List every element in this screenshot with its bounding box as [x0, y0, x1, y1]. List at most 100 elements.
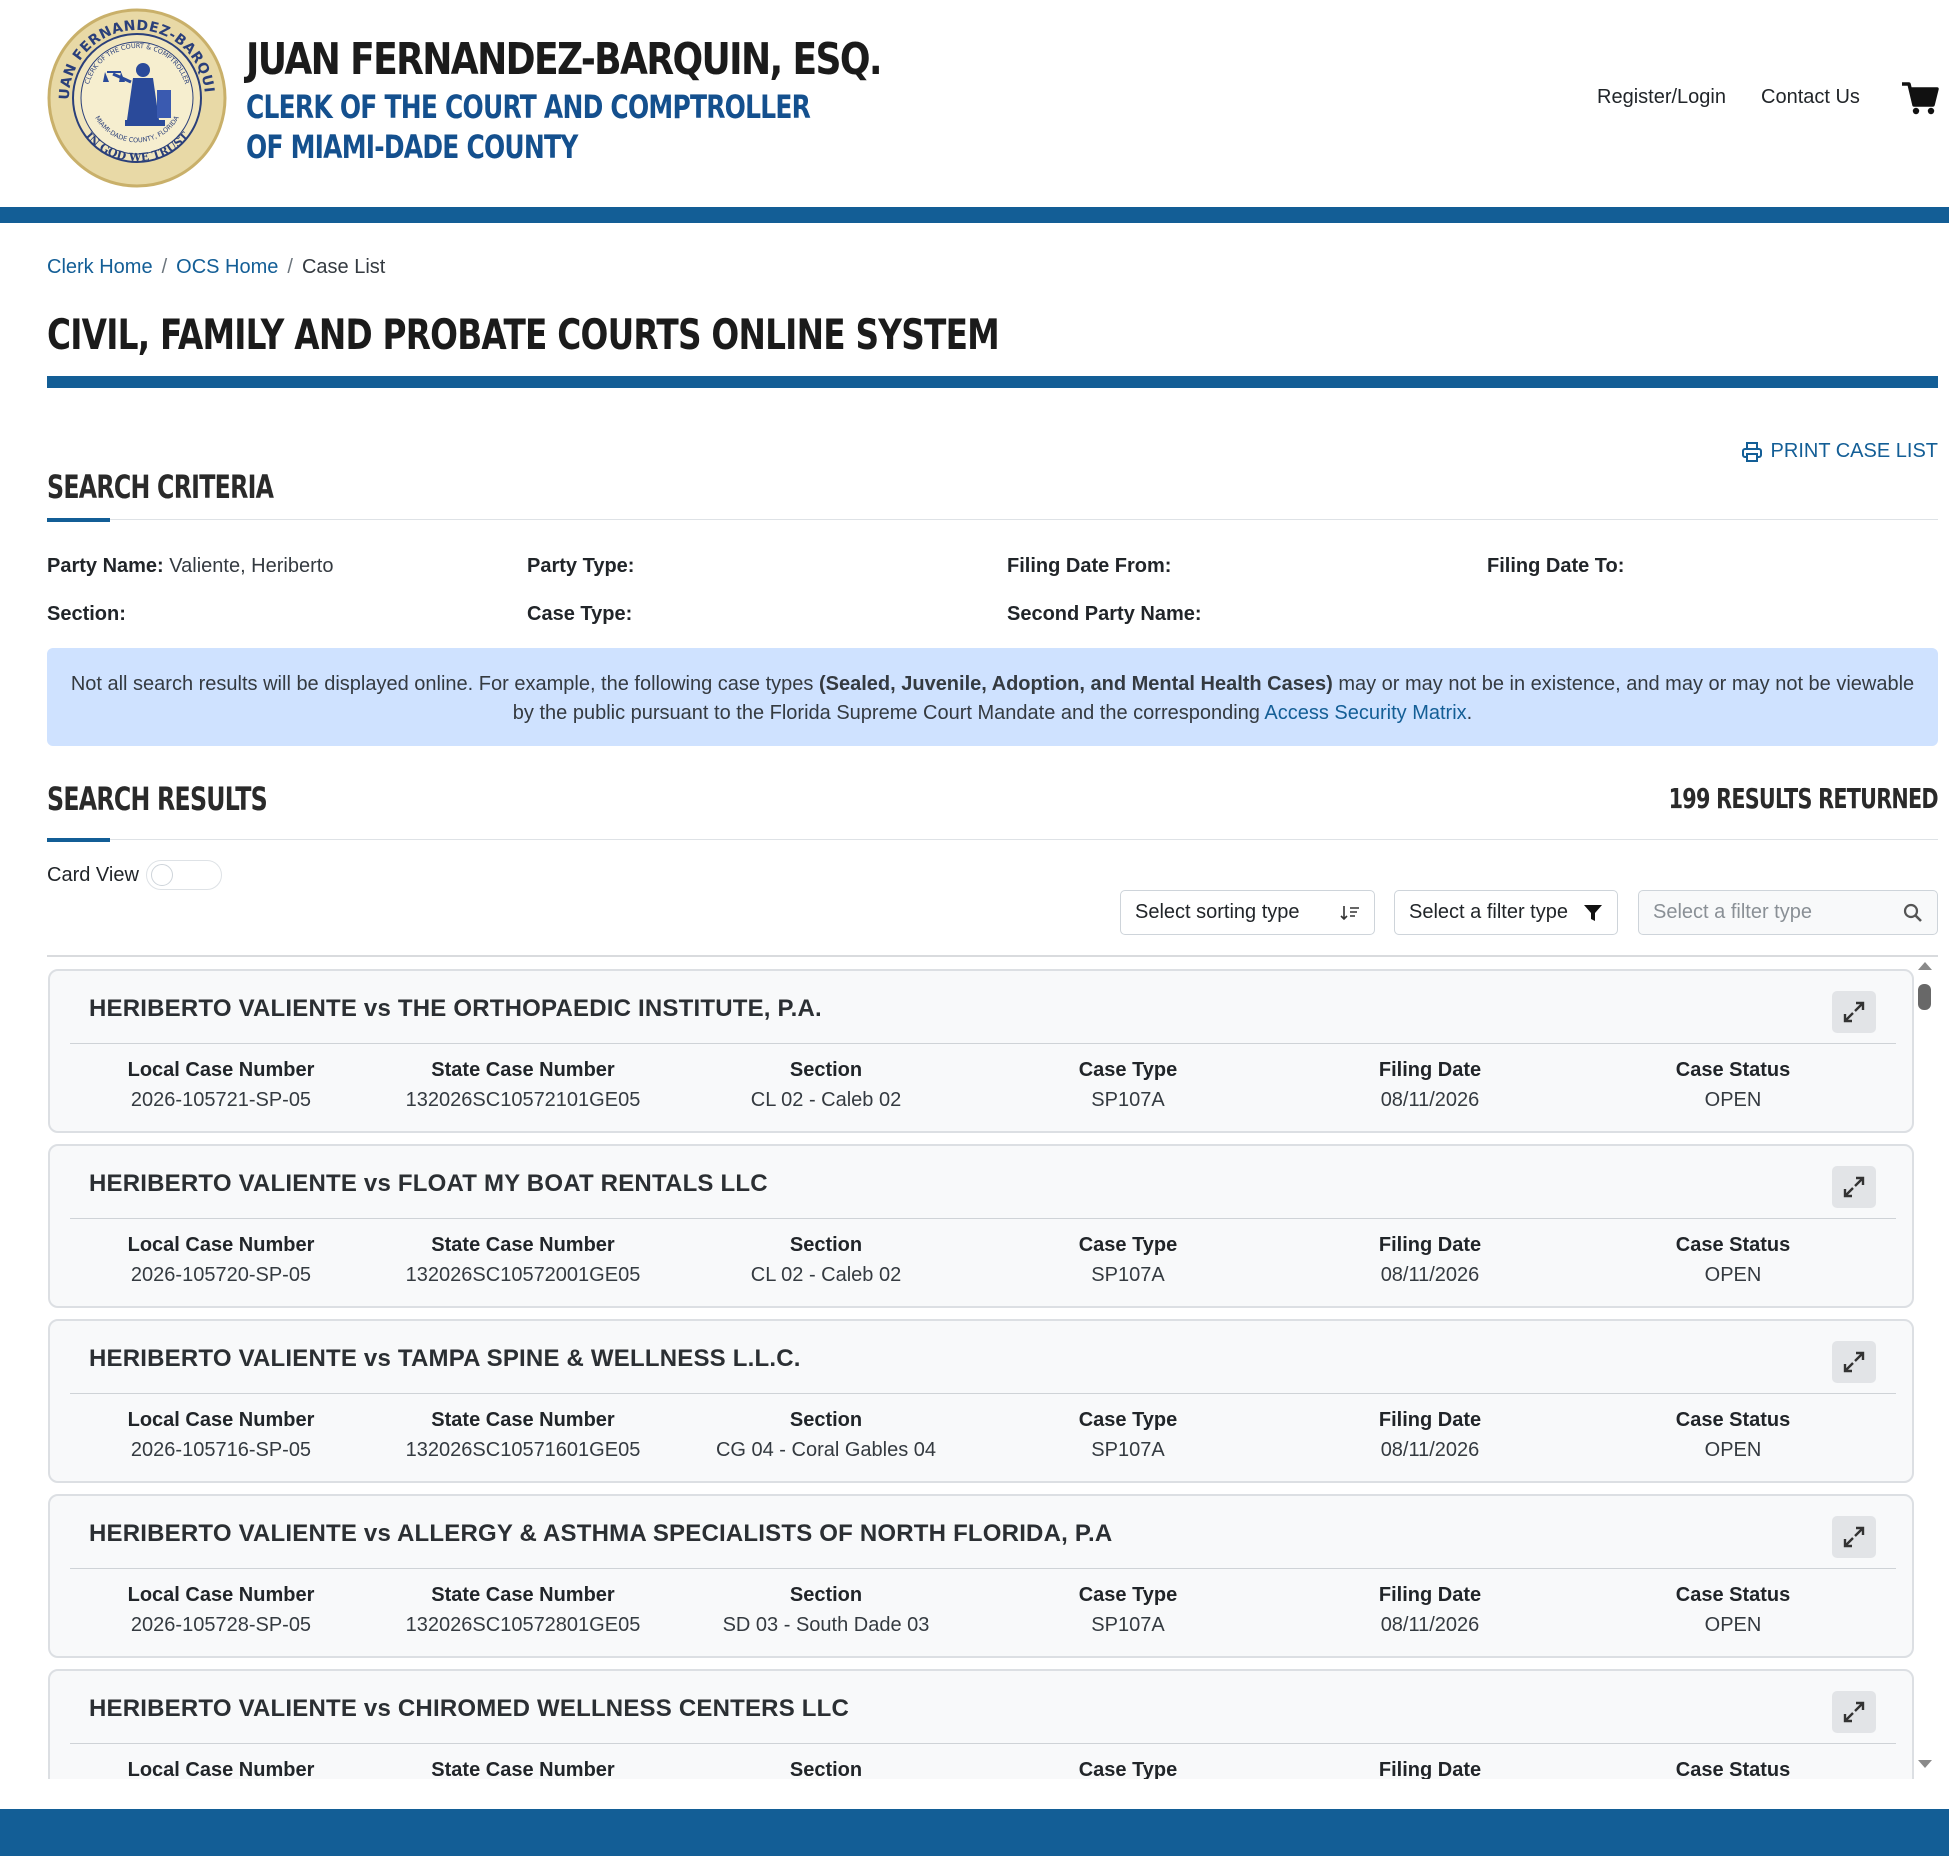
col-state-case-number: State Case Number 132026SC10572001GE05: [372, 1234, 674, 1287]
filing-date: 08/11/2026: [1380, 1614, 1480, 1636]
col-filing-date: Filing Date 08/11/2026: [1279, 1409, 1581, 1462]
col-section: Section CL 02 - Caleb 02: [675, 1059, 977, 1112]
search-icon[interactable]: [1903, 903, 1923, 923]
print-case-list-button[interactable]: PRINT CASE LIST: [1741, 440, 1938, 463]
expand-icon: [1843, 1001, 1865, 1023]
col-case-type: Case Type SP107A: [977, 1409, 1279, 1462]
criteria-party-name: Party Name: Valiente, Heriberto: [47, 555, 334, 577]
scrollbar-thumb[interactable]: [1918, 984, 1931, 1010]
results-count: 199 RESULTS RETURNED: [1668, 782, 1939, 815]
state-case-number: 132026SC10572001GE05: [405, 1264, 641, 1286]
case-status: OPEN: [1704, 1089, 1762, 1111]
card-divider: [70, 1743, 1896, 1744]
register-login-link[interactable]: Register/Login: [1597, 86, 1726, 109]
county-seal-logo[interactable]: JUAN FERNANDEZ-BARQUIN CLERK OF THE COUR…: [47, 8, 227, 188]
search-results-heading: SEARCH RESULTS: [47, 780, 268, 818]
filter-search-placeholder: Select a filter type: [1653, 901, 1812, 923]
case-title[interactable]: HERIBERTO VALIENTE vs FLOAT MY BOAT RENT…: [89, 1170, 768, 1198]
case-card[interactable]: HERIBERTO VALIENTE vs CHIROMED WELLNESS …: [48, 1669, 1914, 1779]
col-filing-date: Filing Date 08/11/2026: [1279, 1584, 1581, 1637]
filter-search-input[interactable]: Select a filter type: [1638, 890, 1938, 935]
col-local-case-number: Local Case Number 2026-105716-SP-05: [70, 1409, 372, 1462]
breadcrumb-separator: /: [287, 256, 293, 278]
section-underline: [47, 838, 110, 842]
expand-icon: [1843, 1176, 1865, 1198]
page-title: CIVIL, FAMILY AND PROBATE COURTS ONLINE …: [47, 310, 1000, 359]
section-divider: [47, 839, 1938, 840]
filter-type-label: Select a filter type: [1409, 901, 1568, 923]
col-case-status: Case Status OPEN: [1582, 1234, 1884, 1287]
col-case-status: Case Status OPEN: [1582, 1059, 1884, 1112]
sort-icon: [1340, 905, 1359, 920]
expand-button[interactable]: [1832, 1341, 1876, 1383]
case-status: OPEN: [1704, 1264, 1762, 1286]
card-divider: [70, 1393, 1896, 1394]
breadcrumb-ocs-home[interactable]: OCS Home: [176, 256, 278, 278]
criteria-filing-date-from: Filing Date From:: [1007, 555, 1172, 577]
expand-icon: [1843, 1701, 1865, 1723]
case-title[interactable]: HERIBERTO VALIENTE vs CHIROMED WELLNESS …: [89, 1695, 849, 1723]
state-case-number: 132026SC10571601GE05: [405, 1439, 641, 1461]
access-security-matrix-link[interactable]: Access Security Matrix: [1264, 702, 1466, 724]
col-section: Section CL 02 - Caleb 02: [675, 1234, 977, 1287]
col-state-case-number: State Case Number: [431, 1759, 615, 1779]
col-filing-date: Filing Date 08/11/2026: [1279, 1059, 1581, 1112]
title-accent-bar: [47, 376, 1938, 388]
col-state-case-number: State Case Number 132026SC10572101GE05: [372, 1059, 674, 1112]
toggle-knob: [151, 864, 173, 886]
section-underline: [47, 518, 110, 522]
expand-button[interactable]: [1832, 1516, 1876, 1558]
section: CL 02 - Caleb 02: [750, 1089, 902, 1111]
case-title[interactable]: HERIBERTO VALIENTE vs THE ORTHOPAEDIC IN…: [89, 995, 822, 1023]
breadcrumb-clerk-home[interactable]: Clerk Home: [47, 256, 153, 278]
printer-icon: [1741, 441, 1762, 462]
sort-select-label: Select sorting type: [1135, 901, 1300, 923]
filter-type-select[interactable]: Select a filter type: [1394, 890, 1618, 935]
site-header: JUAN FERNANDEZ-BARQUIN CLERK OF THE COUR…: [0, 0, 1949, 207]
contact-us-link[interactable]: Contact Us: [1761, 86, 1860, 109]
expand-button[interactable]: [1832, 991, 1876, 1033]
col-state-case-number: State Case Number 132026SC10571601GE05: [372, 1409, 674, 1462]
criteria-case-type: Case Type:: [527, 603, 633, 625]
case-title[interactable]: HERIBERTO VALIENTE vs ALLERGY & ASTHMA S…: [89, 1520, 1112, 1548]
section: SD 03 - South Dade 03: [722, 1614, 930, 1636]
case-card[interactable]: HERIBERTO VALIENTE vs THE ORTHOPAEDIC IN…: [48, 969, 1914, 1133]
col-local-case-number: Local Case Number 2026-105720-SP-05: [70, 1234, 372, 1287]
sort-select[interactable]: Select sorting type: [1120, 890, 1375, 935]
case-type: SP107A: [1091, 1614, 1165, 1636]
local-case-number: 2026-105721-SP-05: [130, 1089, 312, 1111]
col-case-type: Case Type SP107A: [977, 1059, 1279, 1112]
col-case-type: Case Type SP107A: [977, 1234, 1279, 1287]
filing-date: 08/11/2026: [1380, 1264, 1480, 1286]
case-card[interactable]: HERIBERTO VALIENTE vs FLOAT MY BOAT RENT…: [48, 1144, 1914, 1308]
case-card[interactable]: HERIBERTO VALIENTE vs TAMPA SPINE & WELL…: [48, 1319, 1914, 1483]
scroll-up-arrow-icon[interactable]: [1918, 962, 1932, 970]
criteria-filing-date-to: Filing Date To:: [1487, 555, 1625, 577]
col-case-status: Case Status: [1675, 1759, 1791, 1779]
brand-subtitle-line1: CLERK OF THE COURT AND COMPTROLLER: [246, 88, 811, 126]
results-list[interactable]: HERIBERTO VALIENTE vs THE ORTHOPAEDIC IN…: [47, 955, 1938, 1779]
expand-button[interactable]: [1832, 1166, 1876, 1208]
expand-button[interactable]: [1832, 1691, 1876, 1733]
case-card[interactable]: HERIBERTO VALIENTE vs ALLERGY & ASTHMA S…: [48, 1494, 1914, 1658]
case-title[interactable]: HERIBERTO VALIENTE vs TAMPA SPINE & WELL…: [89, 1345, 801, 1373]
filing-date: 08/11/2026: [1380, 1439, 1480, 1461]
results-scrollbar[interactable]: [1910, 958, 1938, 1776]
case-type: SP107A: [1091, 1264, 1165, 1286]
col-section: Section SD 03 - South Dade 03: [675, 1584, 977, 1637]
col-local-case-number: Local Case Number 2026-105728-SP-05: [70, 1584, 372, 1637]
col-case-status: Case Status OPEN: [1582, 1584, 1884, 1637]
criteria-party-type: Party Type:: [527, 555, 635, 577]
scroll-down-arrow-icon[interactable]: [1918, 1760, 1932, 1768]
col-case-status: Case Status OPEN: [1582, 1409, 1884, 1462]
visibility-notice: Not all search results will be displayed…: [47, 648, 1938, 746]
card-divider: [70, 1043, 1896, 1044]
section: CG 04 - Coral Gables 04: [715, 1439, 937, 1461]
expand-icon: [1843, 1351, 1865, 1373]
criteria-section: Section:: [47, 603, 126, 625]
card-view-toggle[interactable]: [146, 860, 222, 890]
shopping-cart-icon[interactable]: [1900, 78, 1940, 118]
card-divider: [70, 1218, 1896, 1219]
section: CL 02 - Caleb 02: [750, 1264, 902, 1286]
col-section: Section: [789, 1759, 863, 1779]
